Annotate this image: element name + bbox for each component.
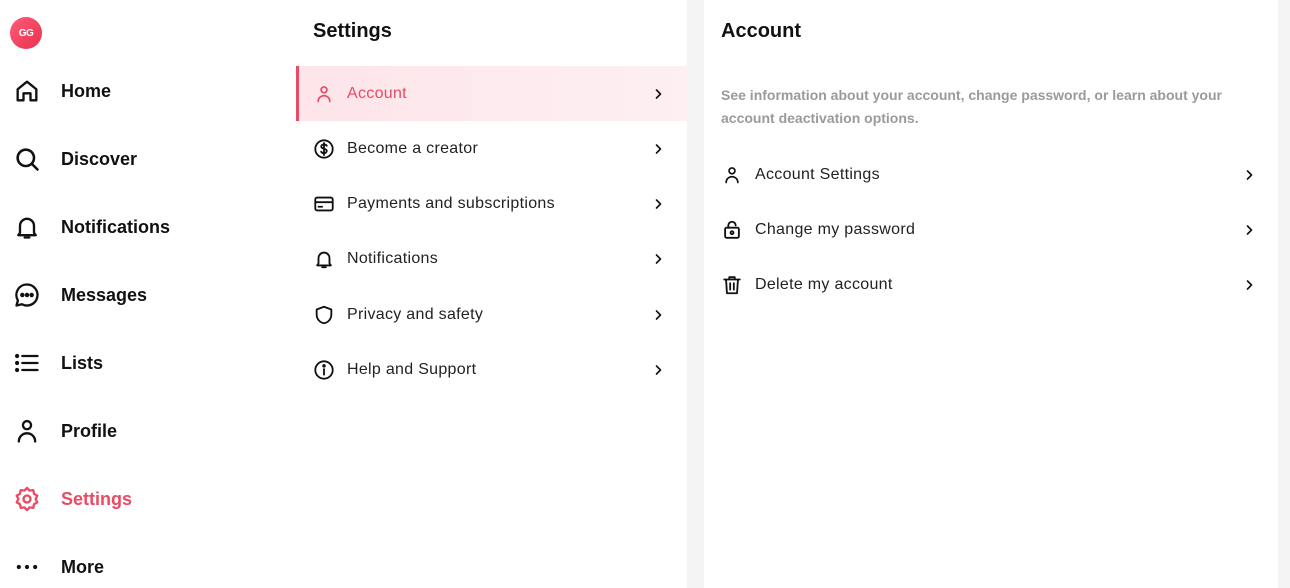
nav-item-lists[interactable]: Lists xyxy=(0,339,280,387)
chevron-right-icon xyxy=(651,142,665,156)
trash-icon xyxy=(721,274,743,296)
nav-item-discover[interactable]: Discover xyxy=(0,135,280,183)
settings-item-label: Help and Support xyxy=(347,360,477,378)
info-icon xyxy=(313,359,335,381)
left-nav: GG Home Discover Notifications Messages … xyxy=(0,0,296,588)
nav-label: Profile xyxy=(61,420,118,441)
chat-icon xyxy=(12,280,42,310)
settings-item-notifications[interactable]: Notifications xyxy=(296,231,687,286)
chevron-right-icon xyxy=(651,252,665,266)
bell-icon xyxy=(12,212,42,242)
chevron-right-icon xyxy=(1242,223,1256,237)
shield-icon xyxy=(313,304,335,326)
settings-item-label: Account xyxy=(347,84,407,102)
account-item-label: Delete my account xyxy=(755,275,893,293)
avatar[interactable]: GG xyxy=(10,17,42,49)
user-icon xyxy=(12,416,42,446)
bell-icon xyxy=(313,248,335,270)
settings-item-account[interactable]: Account xyxy=(296,66,687,121)
chevron-right-icon xyxy=(651,87,665,101)
home-icon xyxy=(12,76,42,106)
account-panel: Account See information about your accou… xyxy=(704,0,1278,588)
nav-label: Messages xyxy=(61,284,148,305)
nav-item-settings[interactable]: Settings xyxy=(0,475,280,523)
settings-item-label: Notifications xyxy=(347,249,439,267)
settings-item-become-creator[interactable]: Become a creator xyxy=(296,121,687,176)
nav-item-home[interactable]: Home xyxy=(0,67,280,115)
settings-item-label: Payments and subscriptions xyxy=(347,194,555,212)
chevron-right-icon xyxy=(1242,168,1256,182)
chevron-right-icon xyxy=(651,197,665,211)
nav-label: Discover xyxy=(61,148,138,169)
nav-item-notifications[interactable]: Notifications xyxy=(0,203,280,251)
settings-item-payments[interactable]: Payments and subscriptions xyxy=(296,176,687,231)
lock-icon xyxy=(721,219,743,241)
settings-item-label: Become a creator xyxy=(347,139,479,157)
account-description: See information about your account, chan… xyxy=(721,87,1222,126)
account-item-settings[interactable]: Account Settings xyxy=(704,147,1278,202)
chevron-right-icon xyxy=(1242,278,1256,292)
account-item-delete[interactable]: Delete my account xyxy=(704,257,1278,312)
nav-item-profile[interactable]: Profile xyxy=(0,407,280,455)
nav-label: Notifications xyxy=(61,216,171,237)
account-item-change-password[interactable]: Change my password xyxy=(704,202,1278,257)
user-icon xyxy=(721,164,743,186)
nav-item-messages[interactable]: Messages xyxy=(0,271,280,319)
gear-icon xyxy=(12,484,42,514)
search-icon xyxy=(12,144,42,174)
nav-label: More xyxy=(61,556,105,577)
list-icon xyxy=(12,348,42,378)
dollar-circle-icon xyxy=(313,138,335,160)
nav-label: Lists xyxy=(61,352,104,373)
chevron-right-icon xyxy=(651,363,665,377)
nav-label: Settings xyxy=(61,488,133,509)
settings-item-help[interactable]: Help and Support xyxy=(296,342,687,397)
panel-title: Settings xyxy=(313,20,392,42)
settings-panel: Settings Account Become a creator Paymen… xyxy=(296,0,687,588)
panel-title: Account xyxy=(721,20,801,42)
more-dots-icon xyxy=(12,552,42,582)
settings-item-label: Privacy and safety xyxy=(347,305,484,323)
credit-card-icon xyxy=(313,193,335,215)
account-item-label: Change my password xyxy=(755,220,916,238)
user-icon xyxy=(313,83,335,105)
account-item-label: Account Settings xyxy=(755,165,880,183)
settings-item-privacy[interactable]: Privacy and safety xyxy=(296,287,687,342)
nav-item-more[interactable]: More xyxy=(0,543,280,588)
nav-label: Home xyxy=(61,80,112,101)
chevron-right-icon xyxy=(651,308,665,322)
